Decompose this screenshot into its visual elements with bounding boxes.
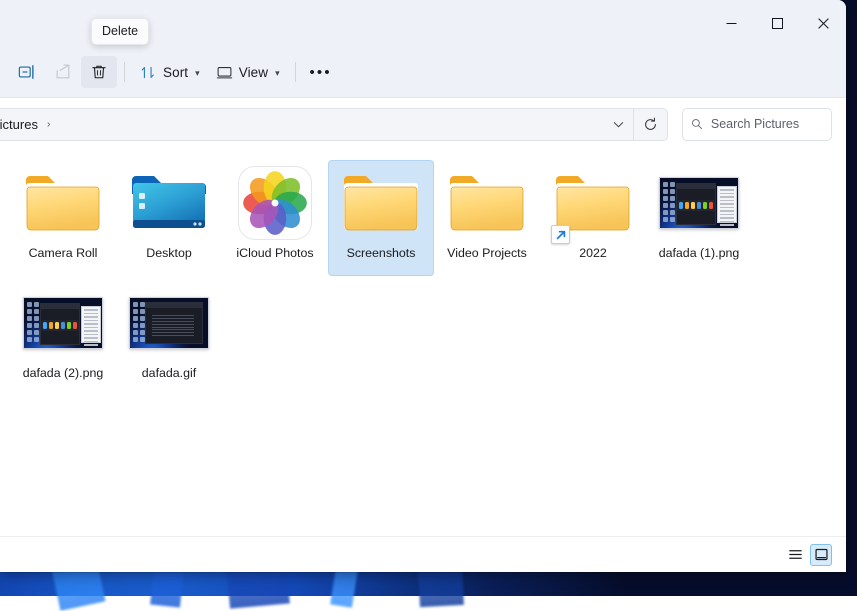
file-label: Video Projects [447,246,527,262]
address-bar-row: Pictures › [0,98,846,150]
search-box[interactable] [682,108,832,141]
breadcrumb: Pictures › [0,114,603,135]
view-monitor-icon [216,64,233,81]
close-icon [818,18,829,29]
status-bar [0,536,846,572]
view-button[interactable]: View ▾ [208,56,288,88]
file-item[interactable]: dafada (1).png [646,160,752,276]
file-label: dafada (2).png [23,366,104,382]
command-bar: Delete [0,47,846,98]
shortcut-arrow-icon [555,229,567,241]
folder-yellow-icon [342,172,420,234]
file-thumbnail [341,166,421,240]
file-item[interactable]: 2022 [540,160,646,276]
file-item[interactable]: Video Projects [434,160,540,276]
chevron-down-icon: ▾ [275,68,280,79]
file-thumbnail [129,286,209,360]
file-label: Camera Roll [29,246,98,262]
file-item[interactable]: dafada.gif [116,280,222,396]
image-thumbnail-dark [129,297,209,349]
delete-button[interactable] [81,56,117,88]
file-label: 2022 [579,246,607,262]
breadcrumb-item-pictures[interactable]: Pictures [0,114,42,135]
file-thumbnail [553,166,633,240]
file-label: Screenshots [347,246,416,262]
share-icon [54,63,72,81]
toolbar-divider [295,62,296,82]
delete-tooltip: Delete [91,18,149,45]
file-item[interactable]: Camera Roll [10,160,116,276]
folder-yellow-icon [448,172,526,234]
file-item[interactable]: Desktop [116,160,222,276]
file-label: Desktop [146,246,191,262]
file-item[interactable]: iCloud Photos [222,160,328,276]
file-thumbnail [447,166,527,240]
grid-view-icon [814,547,829,562]
file-thumbnail [235,166,315,240]
shortcut-overlay-icon [551,225,570,244]
minimize-button[interactable] [708,0,754,47]
breadcrumb-chevron-icon[interactable]: › [44,119,53,130]
large-icons-view-toggle[interactable] [810,544,832,566]
refresh-button[interactable] [633,108,667,141]
folder-yellow-icon [24,172,102,234]
previous-locations-button[interactable] [603,110,633,139]
toolbar-divider [124,62,125,82]
window-controls [708,0,846,47]
icloud-photos-icon [238,166,312,240]
file-list-grid[interactable]: Camera Roll Desktop iCloud Photos [0,150,846,536]
share-button[interactable] [45,56,81,88]
sort-button[interactable]: Sort ▾ [132,56,208,88]
folder-desktop-icon [130,172,208,234]
file-label: dafada (1).png [659,246,740,262]
file-label: dafada.gif [142,366,196,382]
view-label: View [239,65,268,80]
sort-icon [140,64,157,81]
maximize-button[interactable] [754,0,800,47]
chevron-down-icon [612,118,625,131]
details-view-toggle[interactable] [784,544,806,566]
image-thumbnail [23,297,103,349]
file-thumbnail [129,166,209,240]
minimize-icon [726,18,737,29]
search-icon [691,117,703,131]
file-item[interactable]: Screenshots [328,160,434,276]
file-thumbnail [23,166,103,240]
see-more-button[interactable]: ••• [303,56,339,88]
sort-label: Sort [163,65,188,80]
refresh-icon [643,117,658,132]
rename-icon [18,63,36,81]
file-thumbnail [23,286,103,360]
file-explorer-window: Delete [0,0,846,572]
image-thumbnail [659,177,739,229]
address-bar[interactable]: Pictures › [0,108,668,141]
search-input[interactable] [711,117,823,131]
chevron-down-icon: ▾ [195,68,200,79]
file-label: iCloud Photos [236,246,313,262]
ellipsis-icon: ••• [309,65,331,80]
close-button[interactable] [800,0,846,47]
maximize-icon [772,18,783,29]
rename-button[interactable] [9,56,45,88]
file-item[interactable]: dafada (2).png [10,280,116,396]
list-view-icon [788,547,803,562]
file-thumbnail [659,166,739,240]
trash-icon [90,63,108,81]
